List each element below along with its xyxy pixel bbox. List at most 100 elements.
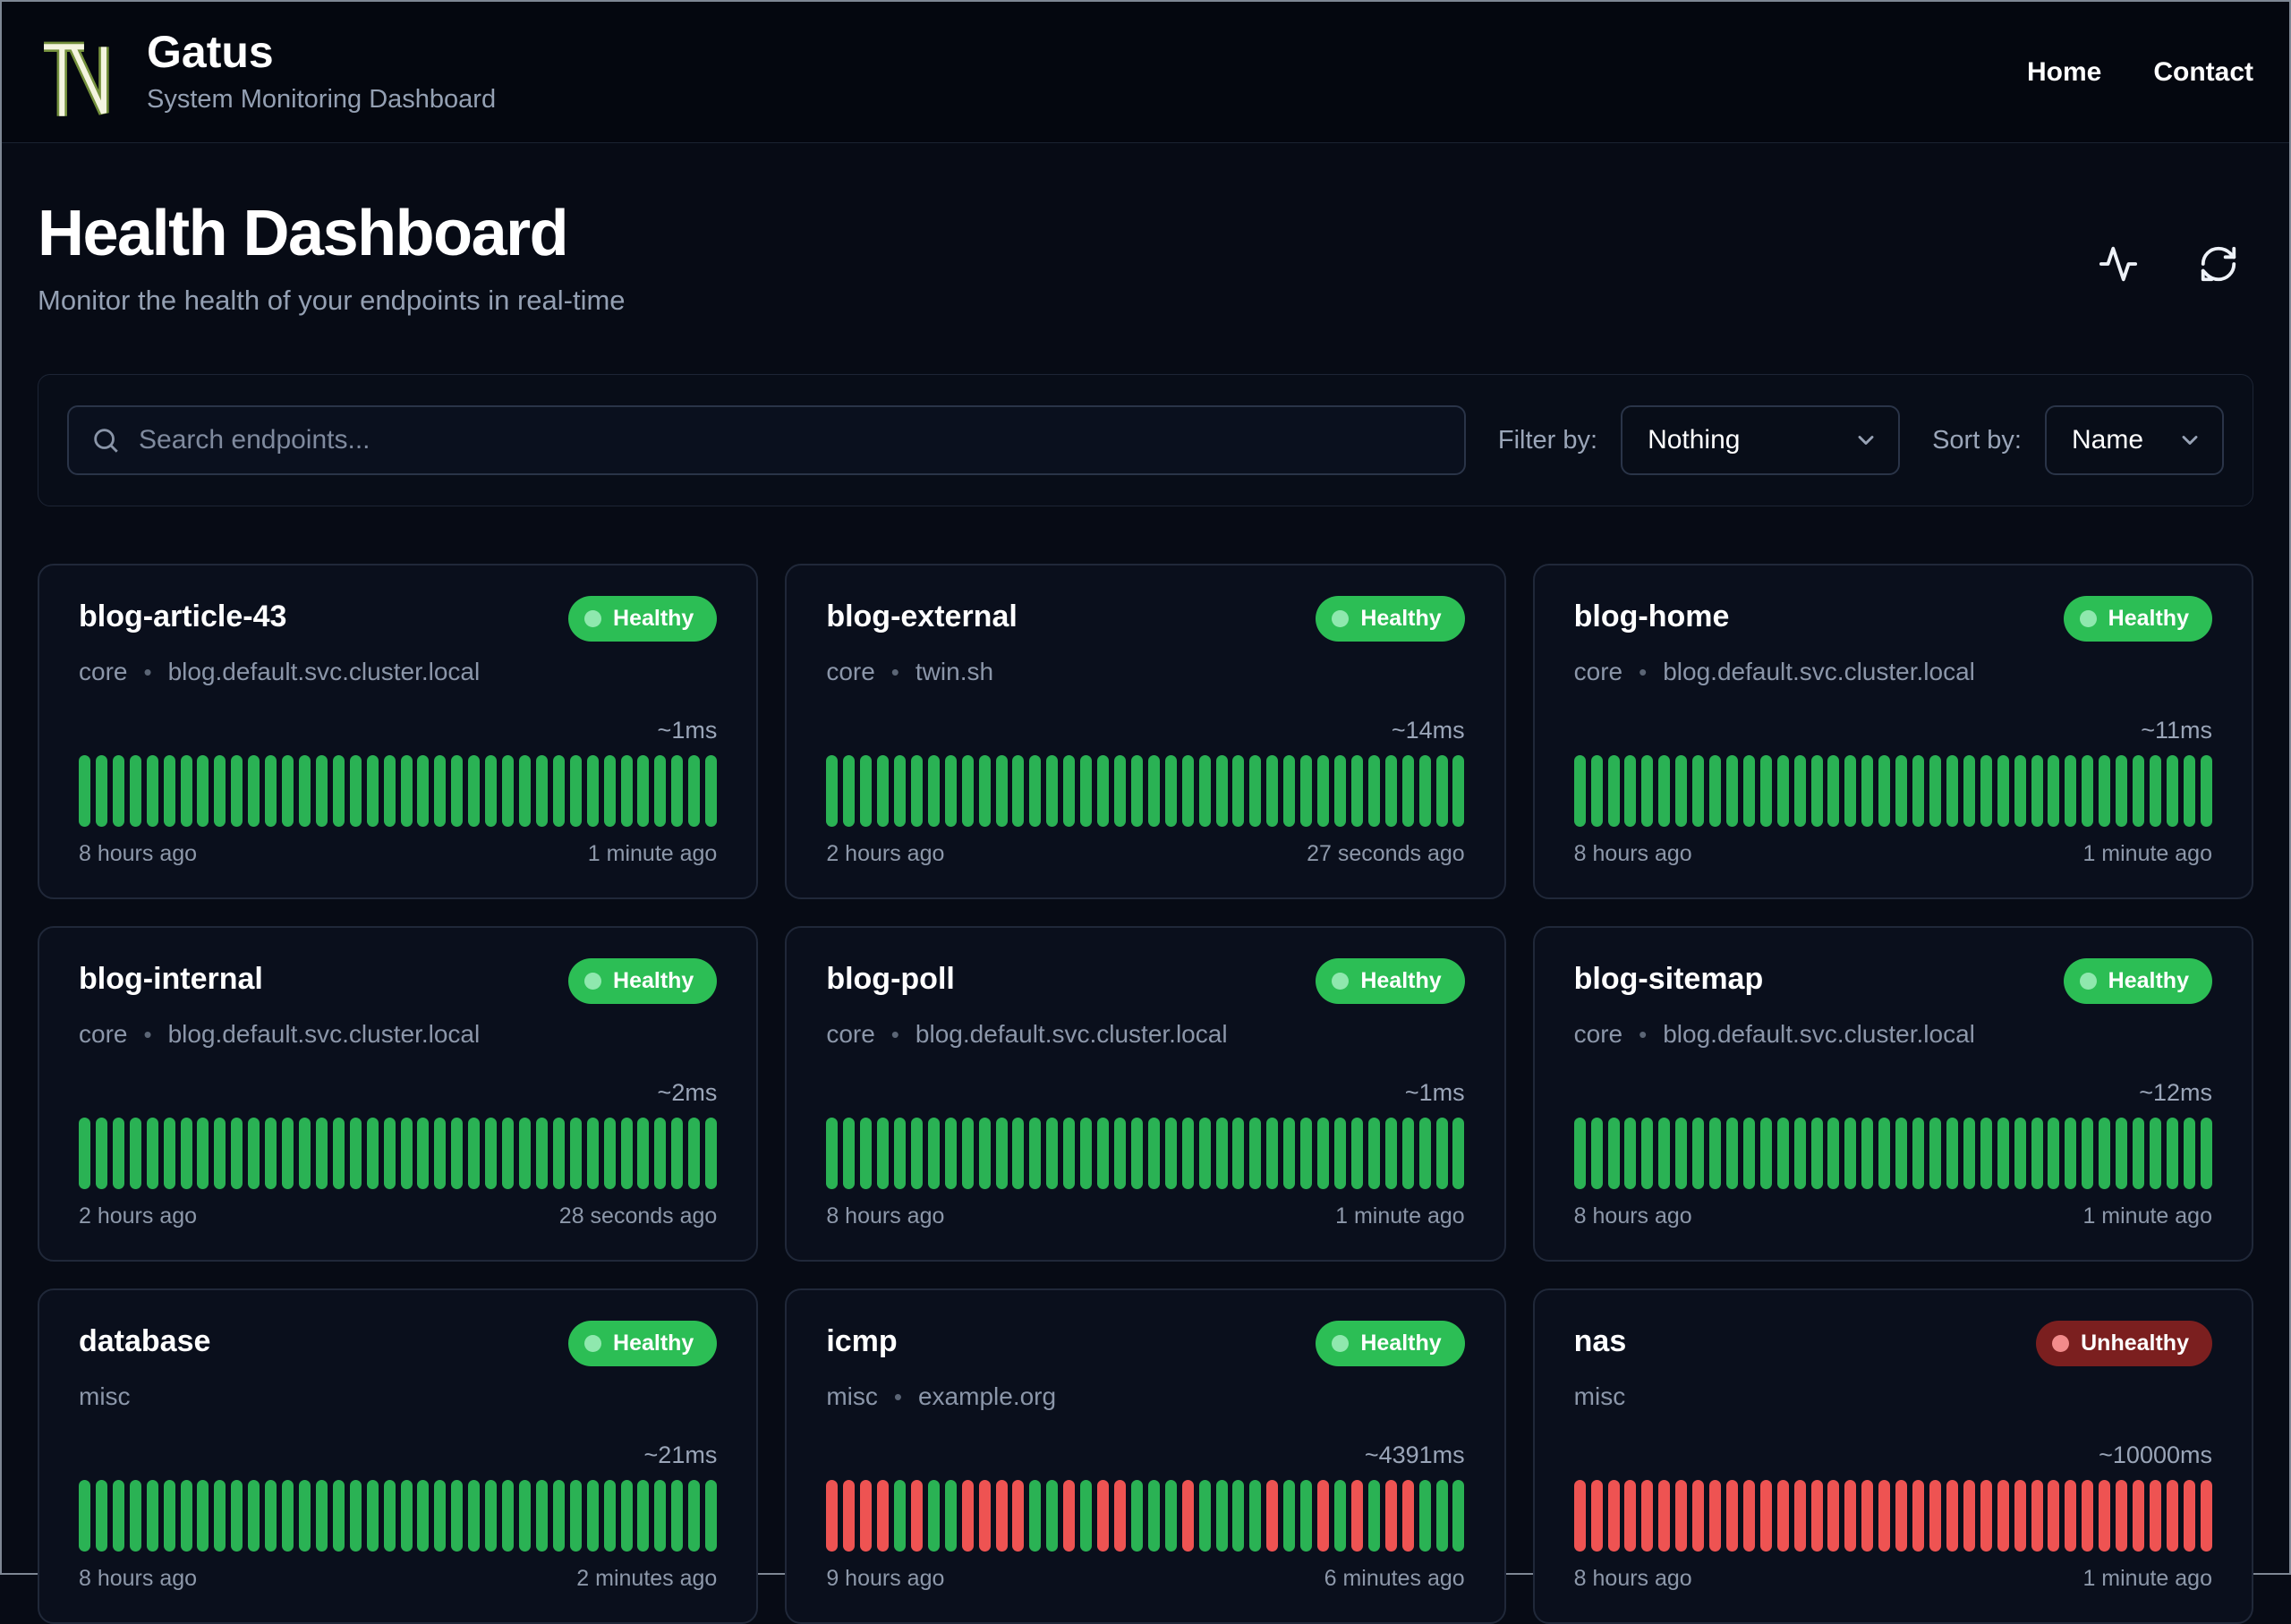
health-bar-success[interactable]	[894, 1480, 907, 1552]
health-bar-success[interactable]	[927, 1480, 940, 1552]
health-bar-success[interactable]	[1435, 755, 1448, 827]
health-bar-success[interactable]	[1080, 1480, 1093, 1552]
health-bar-success[interactable]	[1097, 755, 1110, 827]
health-bar-failure[interactable]	[1793, 1480, 1806, 1552]
health-bar-success[interactable]	[1590, 1118, 1603, 1189]
health-bar-failure[interactable]	[978, 1480, 991, 1552]
nav-link-contact[interactable]: Contact	[2153, 57, 2253, 88]
health-bar-success[interactable]	[1912, 755, 1925, 827]
health-bar-failure[interactable]	[2065, 1480, 2077, 1552]
health-bar-success[interactable]	[1861, 1118, 1874, 1189]
health-bar-success[interactable]	[1130, 1118, 1143, 1189]
health-bar-success[interactable]	[1080, 755, 1093, 827]
health-bar-success[interactable]	[349, 1118, 362, 1189]
health-bar-success[interactable]	[1675, 1118, 1688, 1189]
nav-link-home[interactable]: Home	[2027, 57, 2101, 88]
health-bar-success[interactable]	[1895, 755, 1908, 827]
health-bar-success[interactable]	[1759, 1118, 1772, 1189]
health-bar-success[interactable]	[502, 1118, 515, 1189]
activity-button[interactable]	[2098, 243, 2139, 285]
health-bar-success[interactable]	[180, 1118, 192, 1189]
health-bar-failure[interactable]	[1097, 1480, 1110, 1552]
health-bar-success[interactable]	[637, 755, 650, 827]
health-bar-success[interactable]	[2116, 755, 2128, 827]
health-bar-success[interactable]	[1878, 1118, 1891, 1189]
health-bar-success[interactable]	[603, 755, 616, 827]
endpoint-card[interactable]: blog-external Healthy core • twin.sh ~14…	[785, 564, 1506, 899]
health-bar-success[interactable]	[1181, 1118, 1194, 1189]
health-bar-success[interactable]	[180, 755, 192, 827]
health-bar-success[interactable]	[1063, 755, 1076, 827]
health-bar-success[interactable]	[1317, 755, 1330, 827]
health-bar-failure[interactable]	[1675, 1480, 1688, 1552]
health-bar-success[interactable]	[1029, 1480, 1042, 1552]
health-bar-success[interactable]	[1624, 755, 1637, 827]
health-bar-success[interactable]	[163, 755, 175, 827]
health-bar-success[interactable]	[468, 1480, 481, 1552]
health-bar-failure[interactable]	[1725, 1480, 1738, 1552]
health-bar-success[interactable]	[620, 1118, 633, 1189]
health-bar-success[interactable]	[535, 1118, 548, 1189]
health-bar-success[interactable]	[705, 1480, 718, 1552]
health-bar-success[interactable]	[1742, 755, 1755, 827]
refresh-button[interactable]	[2198, 243, 2239, 285]
health-bar-success[interactable]	[1692, 1118, 1705, 1189]
health-bar-success[interactable]	[2133, 755, 2145, 827]
health-bar-success[interactable]	[1912, 1118, 1925, 1189]
health-bar-failure[interactable]	[2166, 1480, 2178, 1552]
health-bar-success[interactable]	[1114, 755, 1126, 827]
health-bar-success[interactable]	[1181, 755, 1194, 827]
health-bar-success[interactable]	[434, 1118, 447, 1189]
health-bar-success[interactable]	[298, 755, 311, 827]
health-bar-success[interactable]	[1232, 755, 1245, 827]
health-bar-success[interactable]	[332, 755, 345, 827]
health-bar-success[interactable]	[1418, 755, 1431, 827]
health-bar-success[interactable]	[961, 755, 974, 827]
health-bar-success[interactable]	[877, 755, 890, 827]
health-bar-success[interactable]	[214, 1480, 226, 1552]
health-bar-success[interactable]	[451, 1118, 464, 1189]
health-bar-failure[interactable]	[2048, 1480, 2060, 1552]
health-bar-success[interactable]	[586, 1118, 599, 1189]
health-bar-success[interactable]	[1929, 1118, 1942, 1189]
health-bar-success[interactable]	[1946, 755, 1958, 827]
health-bar-failure[interactable]	[910, 1480, 923, 1552]
health-bar-success[interactable]	[197, 1480, 209, 1552]
health-bar-success[interactable]	[1046, 755, 1059, 827]
health-bar-success[interactable]	[654, 1118, 667, 1189]
health-bar-success[interactable]	[620, 1480, 633, 1552]
health-bar-success[interactable]	[366, 1480, 379, 1552]
health-bar-success[interactable]	[248, 1480, 260, 1552]
health-bar-success[interactable]	[2099, 755, 2111, 827]
health-bar-success[interactable]	[400, 1118, 413, 1189]
health-bar-success[interactable]	[2200, 755, 2212, 827]
health-bar-success[interactable]	[383, 755, 396, 827]
health-bar-failure[interactable]	[1114, 1480, 1126, 1552]
health-bar-success[interactable]	[586, 1480, 599, 1552]
health-bar-success[interactable]	[1827, 755, 1840, 827]
health-bar-failure[interactable]	[2099, 1480, 2111, 1552]
health-bar-failure[interactable]	[1827, 1480, 1840, 1552]
health-bar-success[interactable]	[265, 1480, 277, 1552]
health-bar-success[interactable]	[1725, 1118, 1738, 1189]
health-bar-success[interactable]	[620, 755, 633, 827]
health-bar-success[interactable]	[417, 755, 430, 827]
health-bar-success[interactable]	[1300, 1118, 1313, 1189]
health-bar-failure[interactable]	[1266, 1480, 1279, 1552]
health-bar-success[interactable]	[927, 1118, 940, 1189]
health-bar-failure[interactable]	[1012, 1480, 1025, 1552]
health-bar-success[interactable]	[1249, 1480, 1262, 1552]
endpoint-card[interactable]: blog-home Healthy core • blog.default.sv…	[1532, 564, 2253, 899]
health-bar-success[interactable]	[688, 755, 701, 827]
health-bar-success[interactable]	[282, 1480, 294, 1552]
health-bar-success[interactable]	[1980, 1118, 1992, 1189]
health-bar-success[interactable]	[1401, 1118, 1414, 1189]
health-bar-success[interactable]	[1452, 1118, 1465, 1189]
health-bar-success[interactable]	[2099, 1118, 2111, 1189]
health-bar-success[interactable]	[485, 755, 498, 827]
health-bar-success[interactable]	[671, 1118, 684, 1189]
health-bar-success[interactable]	[129, 1480, 141, 1552]
health-bar-success[interactable]	[1675, 755, 1688, 827]
health-bar-failure[interactable]	[1692, 1480, 1705, 1552]
health-bar-success[interactable]	[1418, 1118, 1431, 1189]
